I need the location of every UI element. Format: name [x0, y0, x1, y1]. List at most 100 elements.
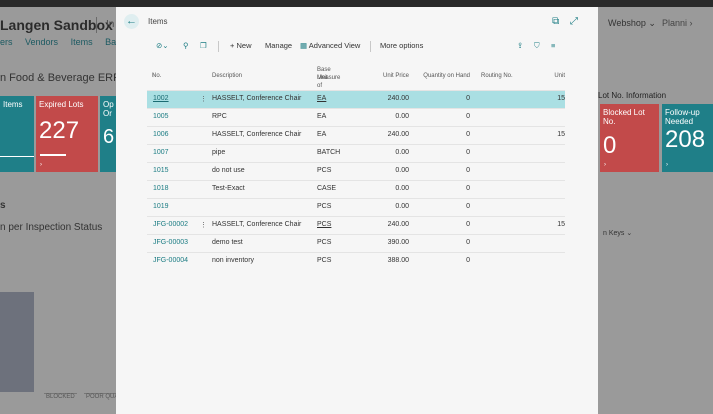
table-row[interactable]: JFG-00004 non inventory PCS 388.00 0	[147, 252, 565, 270]
back-arrow-icon[interactable]: ←	[124, 14, 139, 29]
item-qty-on-hand: 0	[466, 257, 470, 264]
item-qty-on-hand: 0	[466, 239, 470, 246]
item-description: non inventory	[212, 257, 255, 264]
tile-bar	[40, 154, 66, 156]
tile-value: 6	[103, 126, 115, 148]
share-icon[interactable]: ⇪	[517, 41, 523, 50]
menu-planning[interactable]: Planni ›	[662, 18, 693, 28]
item-no-link[interactable]: 1015	[153, 167, 169, 174]
item-qty-on-hand: 0	[466, 95, 470, 102]
item-unit-price: 0.00	[395, 167, 409, 174]
item-no-link[interactable]: 1019	[153, 203, 169, 210]
table-row[interactable]: 1019 PCS 0.00 0	[147, 198, 565, 216]
item-no-link[interactable]: JFG-00003	[153, 239, 188, 246]
item-no-link[interactable]: 1005	[153, 113, 169, 120]
new-button[interactable]: + New	[230, 41, 252, 50]
item-no-link[interactable]: 1007	[153, 149, 169, 156]
item-unit-price: 240.00	[387, 221, 409, 228]
tile-label: Follow-up Needed	[665, 108, 700, 126]
col-qty-on-hand[interactable]: Quantity on Hand	[423, 73, 470, 79]
plus-icon: +	[230, 41, 235, 50]
tile-open-orders[interactable]: Op Or 6	[100, 96, 116, 172]
col-unit-cut[interactable]: Unit	[554, 73, 565, 79]
dialog-title: Items	[148, 17, 168, 26]
tile-value: 227	[39, 117, 80, 144]
chip-poor-quality[interactable]: POOR QUA	[84, 393, 121, 404]
item-base-uom: PCS	[317, 257, 332, 264]
row-actions-icon[interactable]: ⋮	[200, 95, 207, 103]
table-row[interactable]: 1007 pipe BATCH 0.00 0	[147, 144, 565, 162]
table-row[interactable]: 1006 HASSELT, Conference Chair EA 240.00 0 15	[147, 126, 565, 144]
item-base-uom: EA	[317, 131, 327, 138]
section-header: s	[0, 200, 6, 211]
item-qty-on-hand: 0	[466, 113, 470, 120]
chevron-right-icon: ›	[604, 162, 606, 168]
tile-bar	[0, 156, 34, 157]
item-no-link[interactable]: 1006	[153, 131, 169, 138]
chip-blocked[interactable]: BLOCKED	[44, 393, 77, 404]
tile-follow-up-needed[interactable]: Follow-up Needed 208 ›	[662, 104, 713, 172]
item-no-link[interactable]: JFG-00002	[153, 221, 188, 228]
popout-icon[interactable]: ⧉	[552, 16, 559, 27]
nav-items[interactable]: Items	[71, 37, 93, 47]
item-description: do not use	[212, 167, 245, 174]
item-unit-price: 0.00	[395, 185, 409, 192]
item-qty-on-hand: 0	[466, 167, 470, 174]
item-base-uom: CASE	[317, 185, 337, 192]
items-list: No. ↑ Description Base Unit of Measure Un…	[147, 60, 565, 270]
item-qty-on-hand: 0	[466, 185, 470, 192]
grid-icon: ▦	[300, 41, 308, 50]
browser-top-bar	[0, 0, 713, 7]
item-unit-price: 0.00	[395, 149, 409, 156]
item-unit-cut: 15	[557, 131, 565, 138]
item-unit-price: 240.00	[387, 131, 409, 138]
chevron-right-icon: ›	[40, 162, 42, 168]
expand-icon[interactable]: ⤢	[570, 16, 578, 27]
item-no-link[interactable]: 1002	[153, 95, 169, 102]
item-description: Test-Exact	[212, 185, 245, 192]
tile-items[interactable]: Items	[0, 96, 34, 172]
table-row[interactable]: ⋮ 1002 HASSELT, Conference Chair EA 240.00 0 1…	[147, 90, 565, 108]
item-base-uom: EA	[317, 113, 327, 120]
table-row[interactable]: ⋮ JFG-00002 HASSELT, Conference Chair PCS 24…	[147, 216, 565, 234]
column-headers: No. ↑ Description Base Unit of Measure Un…	[152, 67, 565, 89]
item-description: HASSELT, Conference Chair	[212, 131, 302, 138]
manage-button[interactable]: Manage	[265, 41, 292, 50]
table-row[interactable]: 1015 do not use PCS 0.00 0	[147, 162, 565, 180]
filter-pane-icon[interactable]: ⊘⌄	[156, 41, 169, 50]
col-unit-price[interactable]: Unit Price	[383, 73, 409, 79]
item-no-link[interactable]: 1018	[153, 185, 169, 192]
item-unit-price: 390.00	[387, 239, 409, 246]
action-bar: ⊘⌄ ⚲ ❐ + New Manage ▦ Advanced View More…	[152, 40, 564, 54]
more-options-button[interactable]: More options	[380, 41, 423, 50]
table-row[interactable]: 1018 Test-Exact CASE 0.00 0	[147, 180, 565, 198]
item-unit-price: 0.00	[395, 113, 409, 120]
keys-label: n Keys ⌄	[603, 230, 633, 237]
item-base-uom: EA	[317, 95, 327, 102]
search-icon[interactable]: ⚲	[183, 41, 189, 50]
list-view-icon[interactable]: ≡	[551, 41, 555, 50]
dialog-window-controls: ⧉ ⤢	[544, 16, 578, 27]
nav-customers[interactable]: ers	[0, 37, 13, 47]
col-routing-no[interactable]: Routing No.	[481, 73, 513, 79]
table-row[interactable]: JFG-00003 demo test PCS 390.00 0	[147, 234, 565, 252]
menu-webshop[interactable]: Webshop ⌄	[608, 18, 656, 29]
item-description: HASSELT, Conference Chair	[212, 221, 302, 228]
inspection-chart-bar	[0, 292, 34, 392]
item-unit-cut: 15	[557, 95, 565, 102]
tile-blocked-lot-no[interactable]: Blocked Lot No. 0 ›	[600, 104, 659, 172]
tile-expired-lots[interactable]: Expired Lots 227 ›	[36, 96, 98, 172]
row-actions-icon[interactable]: ⋮	[200, 221, 207, 229]
item-qty-on-hand: 0	[466, 203, 470, 210]
col-description[interactable]: Description	[212, 73, 242, 79]
item-qty-on-hand: 0	[466, 221, 470, 228]
table-row[interactable]: 1005 RPC EA 0.00 0	[147, 108, 565, 126]
nav-vendors[interactable]: Vendors	[25, 37, 58, 47]
filter-icon[interactable]: ⛉	[534, 41, 540, 51]
item-no-link[interactable]: JFG-00004	[153, 257, 188, 264]
advanced-view-button[interactable]: ▦ Advanced View	[300, 41, 360, 50]
copy-icon[interactable]: ❐	[200, 41, 207, 50]
item-base-uom: PCS	[317, 203, 332, 210]
item-unit-price: 0.00	[395, 203, 409, 210]
item-description: pipe	[212, 149, 226, 156]
